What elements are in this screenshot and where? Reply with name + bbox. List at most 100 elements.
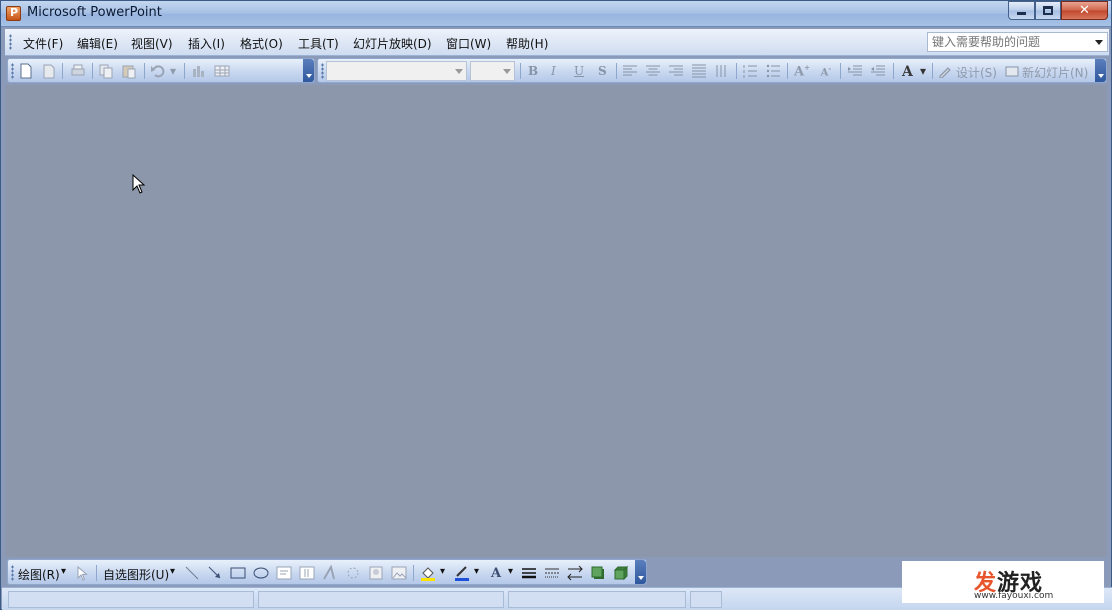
font-size-dropdown-icon[interactable] <box>501 64 513 78</box>
font-color-draw-dropdown-icon[interactable]: ▾ <box>508 566 513 577</box>
arrow-style-icon[interactable] <box>567 565 583 581</box>
menu-window[interactable]: 窗口(W) <box>446 35 491 52</box>
clip-art-icon[interactable] <box>368 565 384 581</box>
minimize-icon <box>1017 12 1026 15</box>
font-size-combo[interactable] <box>470 61 515 81</box>
align-right-icon[interactable] <box>668 63 684 79</box>
status-pane <box>8 591 254 608</box>
insert-picture-icon[interactable] <box>391 565 407 581</box>
autoshapes-menu-button[interactable]: 自选图形(U) <box>103 566 169 583</box>
help-question-box[interactable] <box>927 32 1108 52</box>
menu-view[interactable]: 视图(V) <box>131 35 173 52</box>
menu-format[interactable]: 格式(O) <box>240 35 283 52</box>
paste-icon[interactable] <box>121 63 137 79</box>
menu-help[interactable]: 帮助(H) <box>506 35 548 52</box>
new-document-icon[interactable] <box>18 63 34 79</box>
rectangle-tool-icon[interactable] <box>230 565 246 581</box>
toolbar-separator <box>787 63 788 79</box>
font-color-button[interactable]: A <box>902 64 913 80</box>
help-dropdown-arrow-icon[interactable] <box>1093 35 1105 49</box>
line-color-icon[interactable] <box>454 565 470 581</box>
powerpoint-app-icon[interactable] <box>6 6 21 21</box>
help-search-input[interactable] <box>928 33 1088 51</box>
close-button[interactable]: ✕ <box>1061 1 1108 20</box>
line-color-dropdown-icon[interactable]: ▾ <box>474 566 479 577</box>
arrow-tool-icon[interactable] <box>207 565 223 581</box>
drawing-toolbar-grip[interactable] <box>11 565 14 581</box>
fill-color-dropdown-icon[interactable]: ▾ <box>440 566 445 577</box>
status-pane <box>258 591 504 608</box>
menu-slideshow[interactable]: 幻灯片放映(D) <box>353 35 432 52</box>
shadow-style-icon[interactable] <box>590 565 606 581</box>
watermark-url: www.fayouxi.com <box>974 591 1054 601</box>
menu-tools[interactable]: 工具(T) <box>298 35 339 52</box>
italic-button[interactable]: I <box>551 64 556 78</box>
draw-menu-button[interactable]: 绘图(R) <box>18 566 60 583</box>
standard-toolbar-grip[interactable] <box>11 63 14 79</box>
font-name-dropdown-icon[interactable] <box>453 64 465 78</box>
font-color-draw-icon[interactable]: A <box>488 565 504 581</box>
menu-bar: 文件(F) 编辑(E) 视图(V) 插入(I) 格式(O) 工具(T) 幻灯片放… <box>5 29 1109 56</box>
menu-edit[interactable]: 编辑(E) <box>77 35 118 52</box>
vertical-text-box-icon[interactable] <box>299 565 315 581</box>
menu-file[interactable]: 文件(F) <box>23 35 63 52</box>
toolbar-separator <box>616 63 617 79</box>
toolbar-options-chevron-icon[interactable] <box>1095 59 1106 82</box>
diagram-icon[interactable] <box>345 565 361 581</box>
design-button[interactable]: 设计(S) <box>956 64 997 81</box>
align-left-icon[interactable] <box>622 63 638 79</box>
text-direction-icon[interactable] <box>714 63 730 79</box>
title-bar[interactable]: Microsoft PowerPoint ✕ <box>1 1 1111 27</box>
autoshapes-dropdown-icon[interactable]: ▾ <box>170 566 175 577</box>
toolbar-separator <box>736 63 737 79</box>
select-objects-icon[interactable] <box>74 565 90 581</box>
text-shadow-button[interactable]: S <box>598 64 607 78</box>
site-watermark: 发游戏 www.fayouxi.com <box>902 561 1104 603</box>
powerpoint-window: Microsoft PowerPoint ✕ 文件(F) 编辑(E) 视图(V)… <box>0 0 1112 610</box>
align-center-icon[interactable] <box>645 63 661 79</box>
fill-color-icon[interactable] <box>420 565 436 581</box>
underline-button[interactable]: U <box>574 64 584 78</box>
minimize-button[interactable] <box>1008 1 1035 20</box>
bold-button[interactable]: B <box>528 64 538 78</box>
formatting-toolbar: B I U S A+ A- A ▾ 设计(S) 新幻灯片(N) <box>317 58 1107 83</box>
toolbar-options-chevron-icon[interactable] <box>635 560 646 584</box>
menu-bar-grip[interactable] <box>9 34 12 50</box>
increase-indent-icon[interactable] <box>870 63 886 79</box>
undo-dropdown-icon[interactable]: ▾ <box>168 63 178 79</box>
insert-table-icon[interactable] <box>214 63 230 79</box>
font-color-dropdown-icon[interactable]: ▾ <box>918 63 928 79</box>
3d-style-icon[interactable] <box>613 565 629 581</box>
font-name-combo[interactable] <box>326 61 467 81</box>
wordart-icon[interactable] <box>322 564 338 581</box>
toolbar-options-chevron-icon[interactable] <box>303 59 314 82</box>
insert-chart-icon[interactable] <box>191 63 207 79</box>
decrease-indent-icon[interactable] <box>847 63 863 79</box>
bullets-icon[interactable] <box>765 63 781 79</box>
new-slide-button[interactable]: 新幻灯片(N) <box>1022 64 1088 81</box>
maximize-button[interactable] <box>1035 1 1061 20</box>
toolbar-separator <box>520 63 521 79</box>
increase-font-size-icon[interactable]: A+ <box>794 63 810 79</box>
presentation-workspace[interactable] <box>5 85 1107 557</box>
decrease-font-size-icon[interactable]: A- <box>818 63 834 79</box>
print-icon[interactable] <box>70 63 86 79</box>
distributed-align-icon[interactable] <box>691 63 707 79</box>
drawing-toolbar: 绘图(R) ▾ 自选图形(U) ▾ ▾ ▾ A ▾ <box>7 559 647 585</box>
oval-tool-icon[interactable] <box>253 565 269 581</box>
new-slide-icon[interactable] <box>1004 63 1020 79</box>
design-icon[interactable] <box>937 63 953 79</box>
standard-toolbar: ▾ <box>7 58 315 83</box>
draw-menu-dropdown-icon[interactable]: ▾ <box>61 566 66 577</box>
numbering-icon[interactable] <box>742 63 758 79</box>
line-style-icon[interactable] <box>521 565 537 581</box>
formatting-toolbar-grip[interactable] <box>321 63 324 79</box>
toolbar-separator <box>413 565 414 581</box>
line-tool-icon[interactable] <box>184 565 200 581</box>
undo-icon[interactable] <box>150 63 166 79</box>
copy-icon[interactable] <box>98 63 114 79</box>
menu-insert[interactable]: 插入(I) <box>188 35 225 52</box>
text-box-icon[interactable] <box>276 565 292 581</box>
open-file-icon[interactable] <box>41 63 57 79</box>
dash-style-icon[interactable] <box>544 565 560 581</box>
